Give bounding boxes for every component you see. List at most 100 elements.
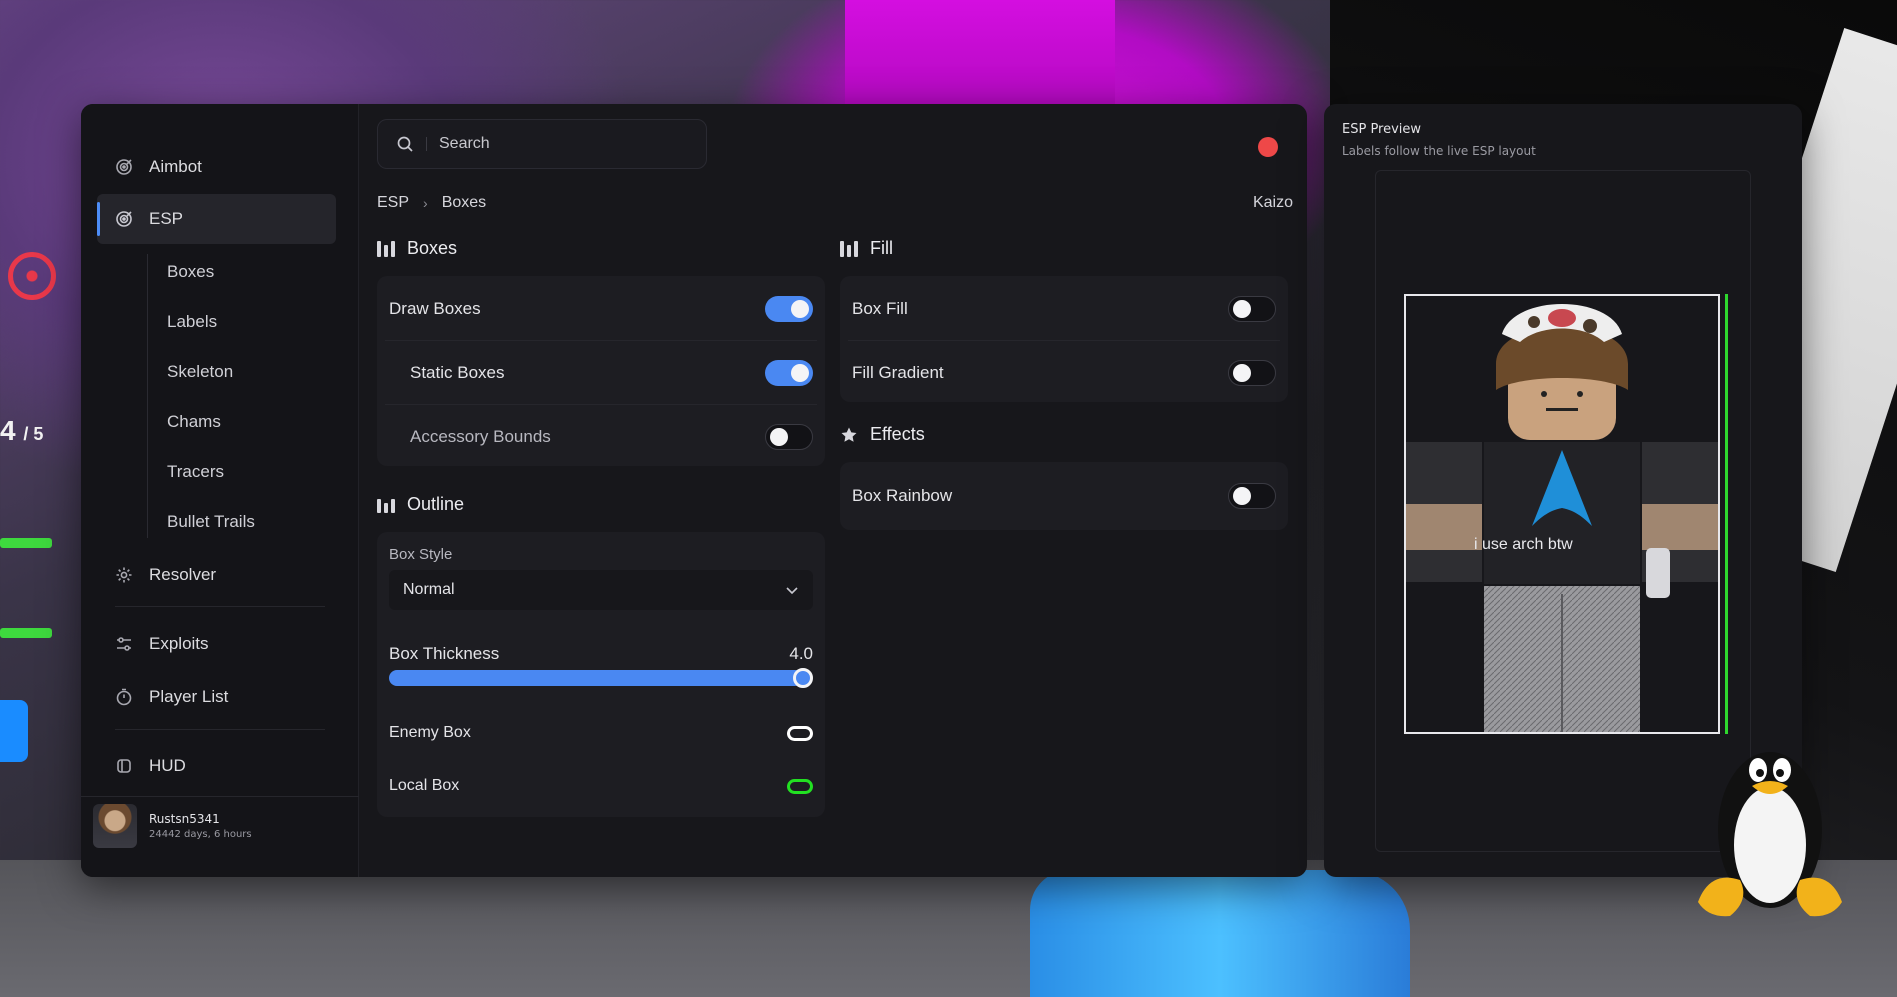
- local-box-color-swatch[interactable]: [787, 778, 813, 794]
- sidebar-subitem-labels[interactable]: Labels: [167, 312, 217, 332]
- slider-thumb[interactable]: [793, 668, 813, 688]
- row-label: Box Rainbow: [852, 486, 953, 505]
- search-separator: [426, 137, 427, 151]
- section-title: Outline: [407, 494, 465, 514]
- sidebar-item-label: ESP: [149, 209, 184, 228]
- bars-icon: [840, 240, 858, 257]
- chevron-down-icon: [786, 587, 798, 595]
- user-time: 24442 days, 6 hours: [149, 829, 252, 840]
- sidebar-item-label: Player List: [149, 687, 229, 706]
- search-icon: [397, 136, 413, 152]
- box-fill-toggle[interactable]: [1228, 296, 1276, 322]
- sidebar-item-label: Resolver: [149, 565, 217, 584]
- row-label: Local Box: [389, 777, 460, 794]
- submenu-rail: [147, 254, 148, 538]
- sidebar-item-label: HUD: [149, 756, 186, 775]
- avatar: [93, 804, 137, 848]
- box-thickness-value: 4.0: [789, 644, 813, 663]
- user-name: Rustsn5341: [149, 812, 220, 826]
- background-floor: [0, 860, 1897, 997]
- static-boxes-row: Static Boxes: [377, 342, 825, 404]
- sidebar-divider: [115, 606, 325, 607]
- box-thickness-label: Box Thickness: [389, 644, 500, 663]
- background-green-bar: [0, 538, 52, 548]
- section-title: Boxes: [407, 238, 458, 258]
- sidebar-subitem-tracers[interactable]: Tracers: [167, 462, 224, 482]
- enemy-box-color-swatch[interactable]: [787, 725, 813, 741]
- row-label: Box Fill: [852, 299, 908, 318]
- static-boxes-toggle[interactable]: [765, 360, 813, 386]
- fill-panel: Box Fill Fill Gradient: [840, 276, 1288, 402]
- sidebar-item-exploits[interactable]: Exploits: [97, 619, 336, 669]
- search-box[interactable]: [377, 119, 707, 169]
- layers-icon: [115, 757, 133, 775]
- sidebar-item-aimbot[interactable]: Aimbot: [97, 142, 336, 192]
- draw-boxes-toggle[interactable]: [765, 296, 813, 322]
- user-card[interactable]: Rustsn5341 24442 days, 6 hours: [93, 804, 252, 848]
- section-header-outline: Outline: [377, 494, 464, 515]
- box-rainbow-toggle[interactable]: [1228, 483, 1276, 509]
- section-header-fill: Fill: [840, 238, 893, 259]
- row-label: Fill Gradient: [852, 363, 944, 382]
- outline-panel: Box Style Normal Box Thickness 4.0 Enemy…: [377, 532, 825, 817]
- breadcrumb-item-esp[interactable]: ESP: [377, 194, 409, 212]
- row-label: Draw Boxes: [389, 299, 481, 318]
- section-header-effects: Effects: [840, 424, 925, 445]
- sidebar-subitem-chams[interactable]: Chams: [167, 412, 221, 432]
- draw-boxes-row: Draw Boxes: [377, 278, 825, 340]
- breadcrumb: ESP › Boxes: [377, 194, 486, 212]
- boxes-panel: Draw Boxes Static Boxes Accessory Bounds: [377, 276, 825, 466]
- sidebar-item-hud[interactable]: HUD: [97, 741, 336, 791]
- row-divider: [385, 404, 817, 405]
- box-rainbow-row: Box Rainbow: [840, 465, 1288, 527]
- section-title: Fill: [870, 238, 893, 258]
- background-blue-chip: [0, 700, 28, 762]
- bars-icon: [377, 240, 395, 257]
- sidebar-subitem-bullet-trails[interactable]: Bullet Trails: [167, 512, 255, 532]
- breadcrumb-item-boxes: Boxes: [441, 194, 487, 211]
- preview-title: ESP Preview: [1342, 122, 1422, 137]
- target-icon: [115, 210, 133, 228]
- sidebar-item-player-list[interactable]: Player List: [97, 672, 336, 722]
- sliders-icon: [115, 635, 133, 653]
- box-style-value: Normal: [403, 581, 455, 598]
- effects-panel: Box Rainbow: [840, 462, 1288, 530]
- bars-icon: [377, 497, 395, 513]
- user-tag: Kaizo: [1252, 194, 1293, 211]
- slider-fill: [389, 670, 803, 686]
- timer-icon: [115, 688, 133, 706]
- target-icon: [115, 158, 133, 176]
- main-window: Aimbot ESP Boxes Labels Skeleton Chams T…: [81, 104, 1307, 877]
- accessory-bounds-toggle[interactable]: [765, 424, 813, 450]
- sidebar-item-esp[interactable]: ESP: [97, 194, 336, 244]
- hud-score-total: / 5: [23, 424, 44, 444]
- sidebar-item-resolver[interactable]: Resolver: [97, 550, 336, 600]
- esp-box-outline: [1404, 294, 1720, 734]
- fill-gradient-row: Fill Gradient: [840, 342, 1288, 404]
- sidebar-divider: [115, 729, 325, 730]
- penguin-mascot-icon: [1698, 752, 1842, 917]
- hud-score-value: 4: [0, 415, 16, 446]
- row-label: Static Boxes: [410, 363, 505, 382]
- close-button[interactable]: [1258, 137, 1278, 157]
- sidebar: Aimbot ESP Boxes Labels Skeleton Chams T…: [81, 104, 359, 877]
- fill-gradient-toggle[interactable]: [1228, 360, 1276, 386]
- row-divider: [848, 340, 1280, 341]
- hud-score: 4 / 5: [0, 415, 43, 447]
- box-thickness-slider[interactable]: [389, 668, 813, 688]
- sidebar-item-label: Exploits: [149, 634, 209, 653]
- search-input[interactable]: [439, 135, 679, 153]
- background-magenta-wall: [845, 0, 1115, 110]
- accessory-bounds-row: Accessory Bounds: [377, 406, 825, 468]
- box-style-select[interactable]: Normal: [389, 570, 813, 610]
- sidebar-subitem-skeleton[interactable]: Skeleton: [167, 362, 233, 382]
- esp-health-bar: [1725, 294, 1728, 734]
- chevron-right-icon: ›: [423, 195, 428, 211]
- preview-subtitle: Labels follow the live ESP layout: [1342, 144, 1536, 158]
- row-divider: [385, 340, 817, 341]
- star-icon: [841, 427, 857, 442]
- sidebar-subitem-boxes[interactable]: Boxes: [167, 262, 214, 282]
- crosshair-target-icon: [8, 252, 56, 300]
- row-label: Enemy Box: [389, 724, 471, 741]
- section-title: Effects: [870, 424, 925, 444]
